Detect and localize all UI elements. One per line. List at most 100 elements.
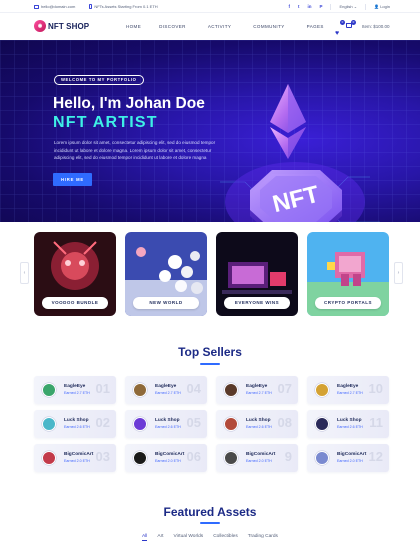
seller-card[interactable]: EagleEye Earned 2.7 ETH 01 [34, 376, 116, 404]
title-underline [200, 522, 220, 524]
user-icon: 👤 [374, 4, 380, 9]
main-nav: ◉ NFT SHOP HOME DISCOVER ACTIVITY COMMUN… [0, 13, 420, 40]
seller-card[interactable]: BigComicArt Earned 2.0 ETH 03 [34, 444, 116, 472]
seller-name: Luck Shop [337, 418, 362, 423]
seller-name: BigComicArt [337, 452, 367, 457]
avatar [133, 451, 147, 465]
facebook-icon[interactable]: f [288, 4, 290, 9]
avatar [42, 417, 56, 431]
nav-activity[interactable]: ACTIVITY [208, 24, 231, 29]
promo-text: NFTs Assets Starting From 0.1 ETH [94, 4, 158, 9]
divider [330, 3, 332, 10]
seller-rank: 08 [277, 415, 292, 430]
chevron-left-icon: ‹ [23, 270, 26, 276]
seller-earned: Earned 2.7 ETH [64, 391, 90, 395]
collection-card[interactable]: NEW WORLD [125, 232, 207, 316]
seller-name: EagleEye [246, 384, 268, 389]
card-label: VOODOO BUNDLE [42, 297, 108, 309]
nav-discover[interactable]: DISCOVER [159, 24, 186, 29]
hero-banner: WELCOME TO MY PORTFOLIO Hello, I'm Johan… [0, 40, 420, 222]
seller-card[interactable]: Luck Shop Earned 2.6 ETH 11 [307, 410, 389, 438]
featured-title: Featured Assets [163, 505, 257, 519]
top-bar: hello@domain.com NFTs Assets Starting Fr… [0, 0, 420, 13]
login-label: Login [380, 4, 390, 9]
seller-card[interactable]: EagleEye Earned 2.7 ETH 07 [216, 376, 298, 404]
tab-art[interactable]: Art [157, 534, 163, 541]
seller-earned: Earned 2.0 ETH [337, 459, 363, 463]
seller-rank: 12 [368, 449, 383, 464]
tab-all[interactable]: All [142, 534, 148, 541]
collection-card[interactable]: CRYPTO PORTALS [307, 232, 389, 316]
nav-menu: HOME DISCOVER ACTIVITY COMMUNITY PAGES [126, 24, 346, 29]
email-text: hello@domain.com [41, 4, 76, 9]
seller-card[interactable]: Luck Shop Earned 2.6 ETH 05 [125, 410, 207, 438]
cart-total: Item: $100.00 [362, 24, 390, 29]
logo-icon: ◉ [34, 20, 46, 32]
tab-trading-cards[interactable]: Trading Cards [248, 534, 278, 541]
linkedin-icon[interactable]: in [307, 4, 311, 9]
cart-count: 0 [351, 20, 356, 25]
seller-earned: Earned 2.7 ETH [155, 391, 181, 395]
seller-earned: Earned 2.0 ETH [64, 459, 90, 463]
seller-card[interactable]: BigComicArt Earned 2.0 ETH 9 [216, 444, 298, 472]
top-sellers-title: Top Sellers [178, 345, 242, 359]
login-link[interactable]: 👤 Login [374, 4, 390, 9]
seller-name: EagleEye [64, 384, 86, 389]
seller-card[interactable]: Luck Shop Earned 2.6 ETH 02 [34, 410, 116, 438]
cart-button[interactable]: 0 [346, 20, 356, 29]
seller-card[interactable]: EagleEye Earned 2.7 ETH 04 [125, 376, 207, 404]
wishlist-button[interactable]: ♥ 0 [335, 20, 345, 37]
seller-rank: 05 [186, 415, 201, 430]
seller-name: BigComicArt [64, 452, 94, 457]
nav-home[interactable]: HOME [126, 24, 141, 29]
tab-collectibles[interactable]: Collectibles [213, 534, 238, 541]
card-label: NEW WORLD [133, 297, 199, 309]
mail-icon [34, 4, 39, 9]
collection-card[interactable]: EVERYONE WINS [216, 232, 298, 316]
seller-rank: 01 [95, 381, 110, 396]
hero-paragraph: Lorem ipsum dolor sit amet, consectetur … [54, 140, 216, 161]
seller-name: BigComicArt [155, 452, 185, 457]
nav-pages[interactable]: PAGES [307, 24, 324, 29]
top-bar-right: f t in P English ⌄ 👤 Login [288, 3, 390, 10]
seller-earned: Earned 2.7 ETH [246, 391, 272, 395]
divider [365, 3, 367, 10]
seller-card[interactable]: EagleEye Earned 2.7 ETH 10 [307, 376, 389, 404]
nav-icons: ♥ 0 0 [335, 20, 356, 37]
seller-earned: Earned 2.6 ETH [337, 425, 363, 429]
language-label: English [339, 4, 353, 9]
avatar [315, 451, 329, 465]
seller-card[interactable]: BigComicArt Earned 2.0 ETH 12 [307, 444, 389, 472]
twitter-icon[interactable]: t [298, 4, 300, 9]
seller-card[interactable]: BigComicArt Earned 2.0 ETH 06 [125, 444, 207, 472]
chevron-down-icon: ⌄ [353, 4, 358, 9]
tab-virtual-worlds[interactable]: Virtual Worlds [174, 534, 204, 541]
featured-tabs: All Art Virtual Worlds Collectibles Trad… [0, 534, 420, 541]
seller-rank: 03 [95, 449, 110, 464]
nav-community[interactable]: COMMUNITY [253, 24, 284, 29]
hero-heading: Hello, I'm Johan Doe [53, 95, 205, 112]
seller-name: EagleEye [155, 384, 177, 389]
seller-earned: Earned 2.6 ETH [64, 425, 90, 429]
language-select[interactable]: English ⌄ [339, 4, 357, 9]
avatar [133, 417, 147, 431]
avatar [42, 383, 56, 397]
pinterest-icon[interactable]: P [319, 4, 322, 9]
seller-rank: 10 [368, 381, 383, 396]
logo[interactable]: ◉ NFT SHOP [34, 20, 89, 32]
avatar [315, 383, 329, 397]
seller-card[interactable]: Luck Shop Earned 2.6 ETH 08 [216, 410, 298, 438]
phone-icon [89, 4, 93, 9]
hire-me-button[interactable]: HIRE ME [53, 173, 92, 186]
collection-card[interactable]: VOODOO BUNDLE [34, 232, 116, 316]
avatar [133, 383, 147, 397]
carousel-prev-button[interactable]: ‹ [20, 262, 29, 284]
avatar [315, 417, 329, 431]
carousel-next-button[interactable]: › [394, 262, 403, 284]
hero-subheading: NFT ARTIST [53, 114, 158, 131]
avatar [224, 417, 238, 431]
logo-text: NFT SHOP [48, 21, 90, 31]
seller-rank: 07 [277, 381, 292, 396]
welcome-pill: WELCOME TO MY PORTFOLIO [54, 75, 144, 85]
email-contact[interactable]: hello@domain.com [34, 4, 75, 9]
